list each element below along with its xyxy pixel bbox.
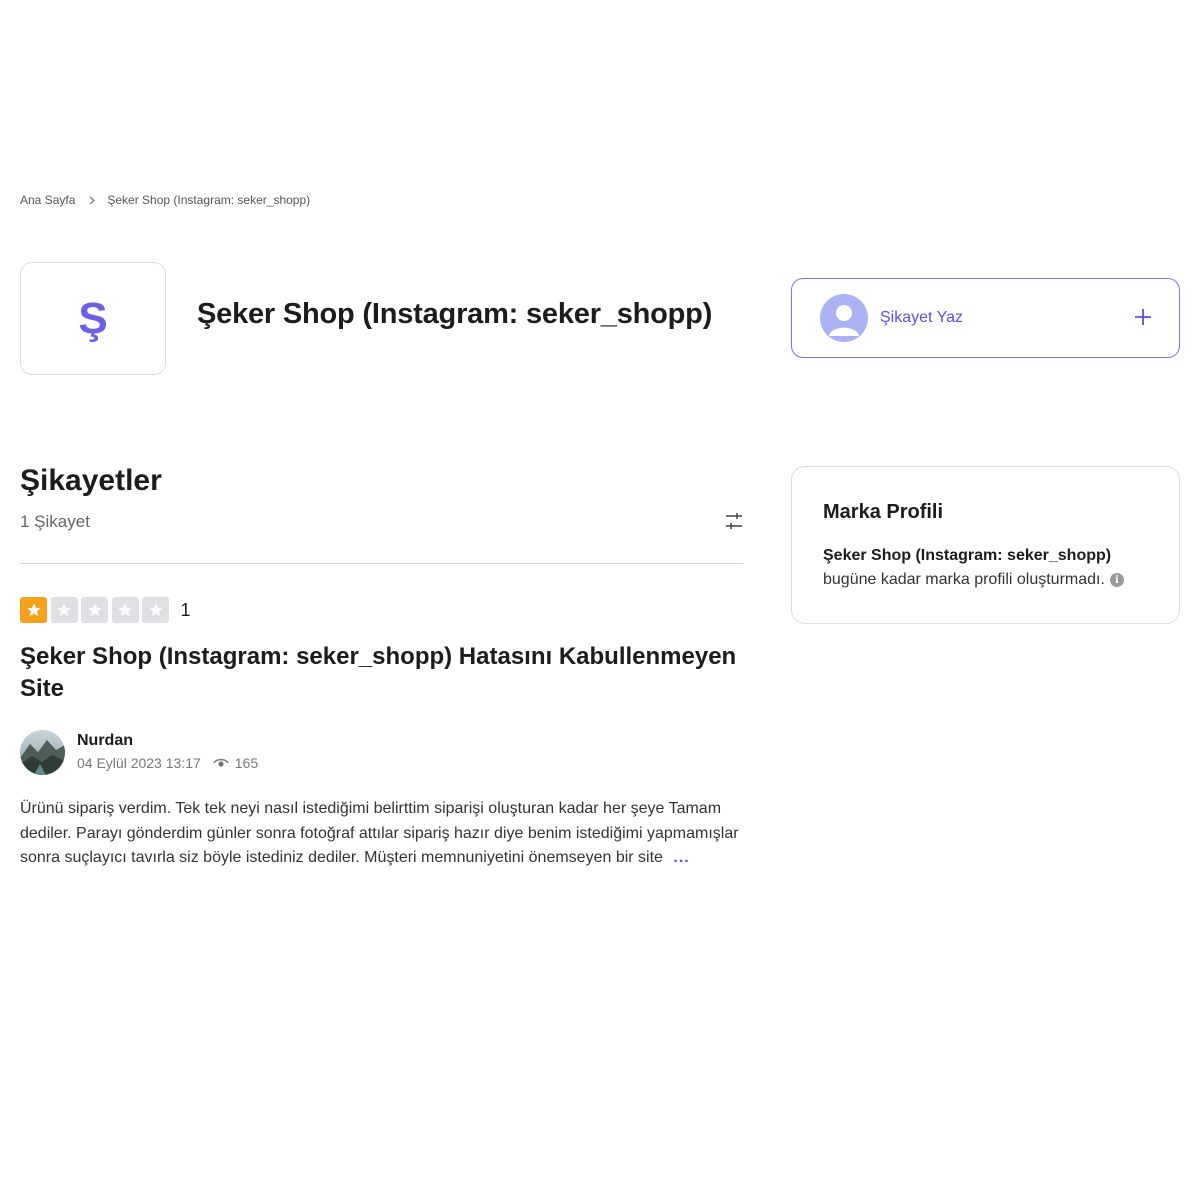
star-icon-empty [142, 597, 169, 623]
brand-logo: Ş [20, 262, 166, 375]
brand-profile-text-row: bugüne kadar marka profili oluşturmadı. … [823, 571, 1124, 589]
eye-icon [213, 758, 229, 767]
complaint-date: 04 Eylül 2023 13:17 [77, 755, 201, 771]
star-rating: 1 [20, 597, 191, 623]
star-icon-empty [50, 597, 78, 623]
plus-icon[interactable] [1133, 304, 1153, 332]
complaints-title: Şikayetler [20, 464, 162, 497]
sliders-icon[interactable] [724, 512, 744, 530]
brand-profile-card: Marka Profili Şeker Shop (Instagram: sek… [791, 466, 1180, 624]
write-complaint-button[interactable]: Şikayet Yaz [791, 278, 1180, 358]
brand-profile-brand: Şeker Shop (Instagram: seker_shopp) [823, 547, 1112, 564]
complaint-body-text: Ürünü sipariş verdim. Tek tek neyi nasıl… [20, 800, 739, 866]
complaint-meta: 04 Eylül 2023 13:17 165 [77, 755, 258, 771]
info-icon[interactable]: i [1109, 573, 1124, 587]
brand-profile-title: Marka Profili [823, 501, 944, 523]
complaint-title-link[interactable]: Şeker Shop (Instagram: seker_shopp) Hata… [20, 641, 750, 705]
rating-value: 1 [180, 599, 191, 620]
brand-profile-text: bugüne kadar marka profili oluşturmadı. [823, 571, 1105, 588]
user-name[interactable]: Nurdan [77, 732, 133, 750]
star-icon-empty [81, 597, 108, 623]
read-more-link[interactable]: ... [673, 849, 689, 866]
page-title: Şeker Shop (Instagram: seker_shopp) [197, 298, 713, 330]
views-value: 165 [234, 755, 259, 771]
user-avatar-placeholder-icon [820, 294, 868, 342]
breadcrumb-current: Şeker Shop (Instagram: seker_shopp) [107, 193, 311, 207]
complaint-body: Ürünü sipariş verdim. Tek tek neyi nasıl… [20, 797, 742, 871]
complaints-count: 1 Şikayet [20, 512, 90, 531]
star-icon-filled [20, 597, 47, 623]
breadcrumb: Ana Sayfa Şeker Shop (Instagram: seker_s… [20, 193, 310, 207]
avatar [20, 730, 65, 775]
write-complaint-label: Şikayet Yaz [880, 309, 964, 326]
chevron-right-icon [89, 196, 96, 205]
star-icon-empty [111, 597, 139, 623]
breadcrumb-home-link[interactable]: Ana Sayfa [20, 193, 75, 207]
views-count: 165 [213, 755, 258, 771]
divider [20, 563, 743, 564]
